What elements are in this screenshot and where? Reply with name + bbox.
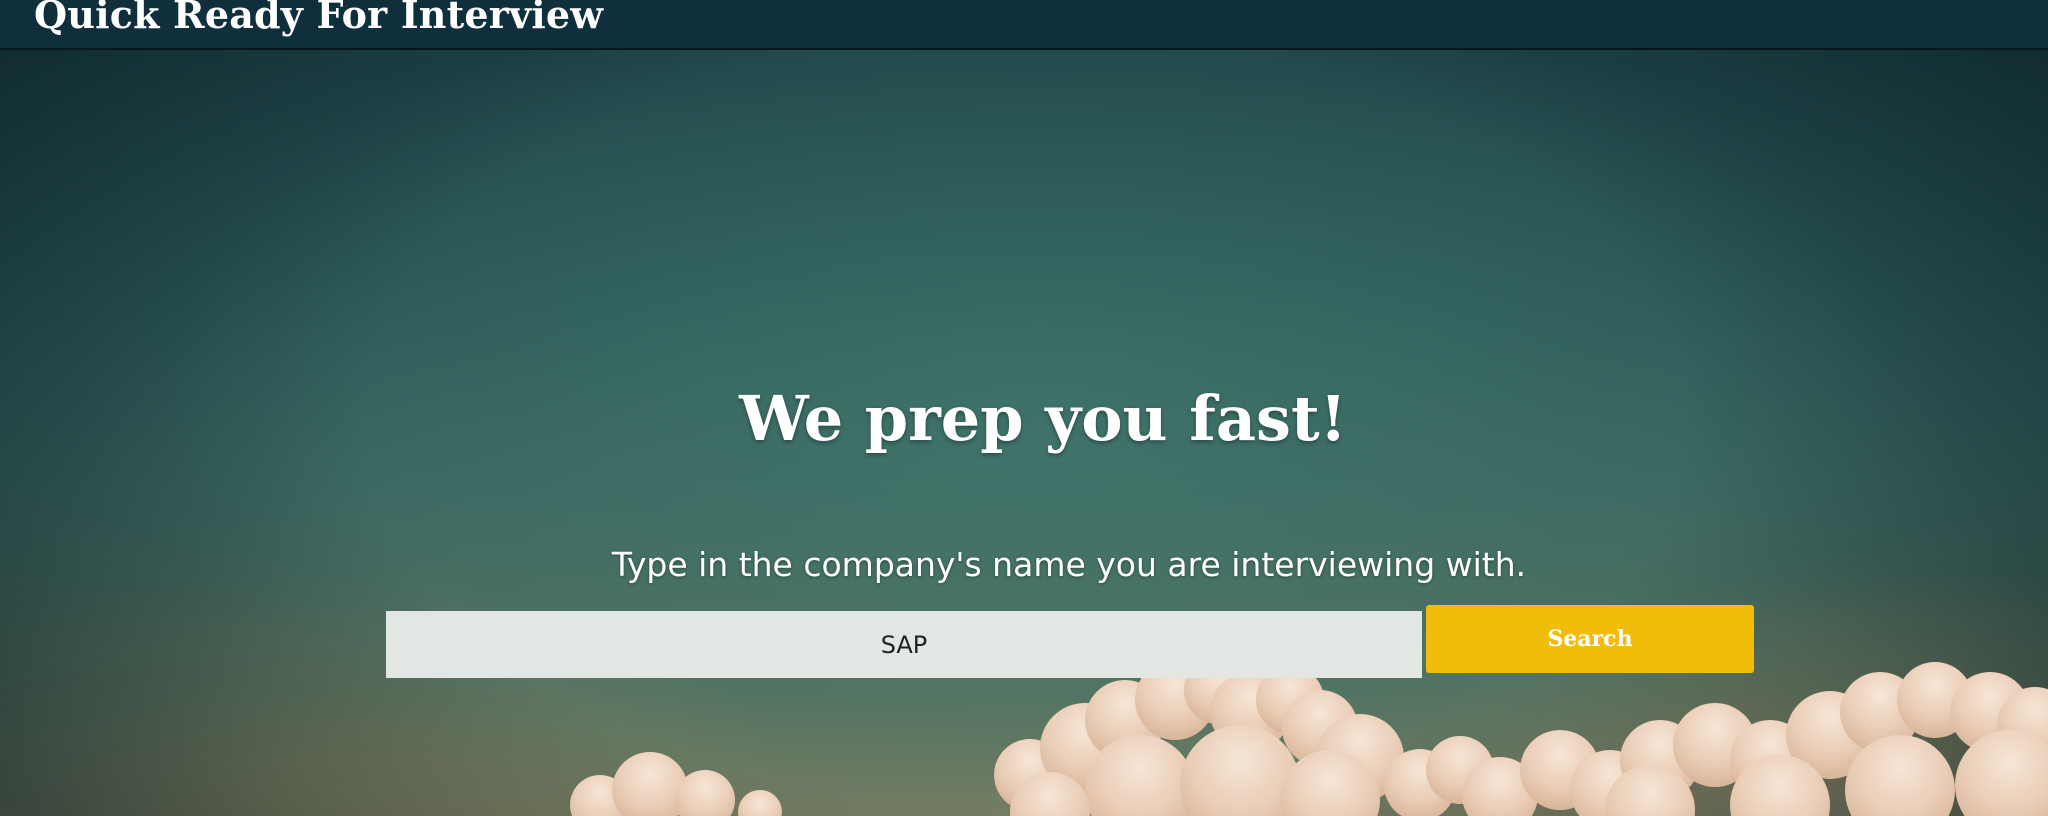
search-button[interactable]: Search xyxy=(1426,605,1754,673)
company-search-input[interactable] xyxy=(386,611,1422,678)
top-navbar: Quick Ready For Interview xyxy=(0,0,2048,50)
hero-headline: We prep you fast! xyxy=(739,382,1347,455)
hero-subhead: Type in the company's name you are inter… xyxy=(611,545,1527,584)
brand-title[interactable]: Quick Ready For Interview xyxy=(34,0,603,37)
